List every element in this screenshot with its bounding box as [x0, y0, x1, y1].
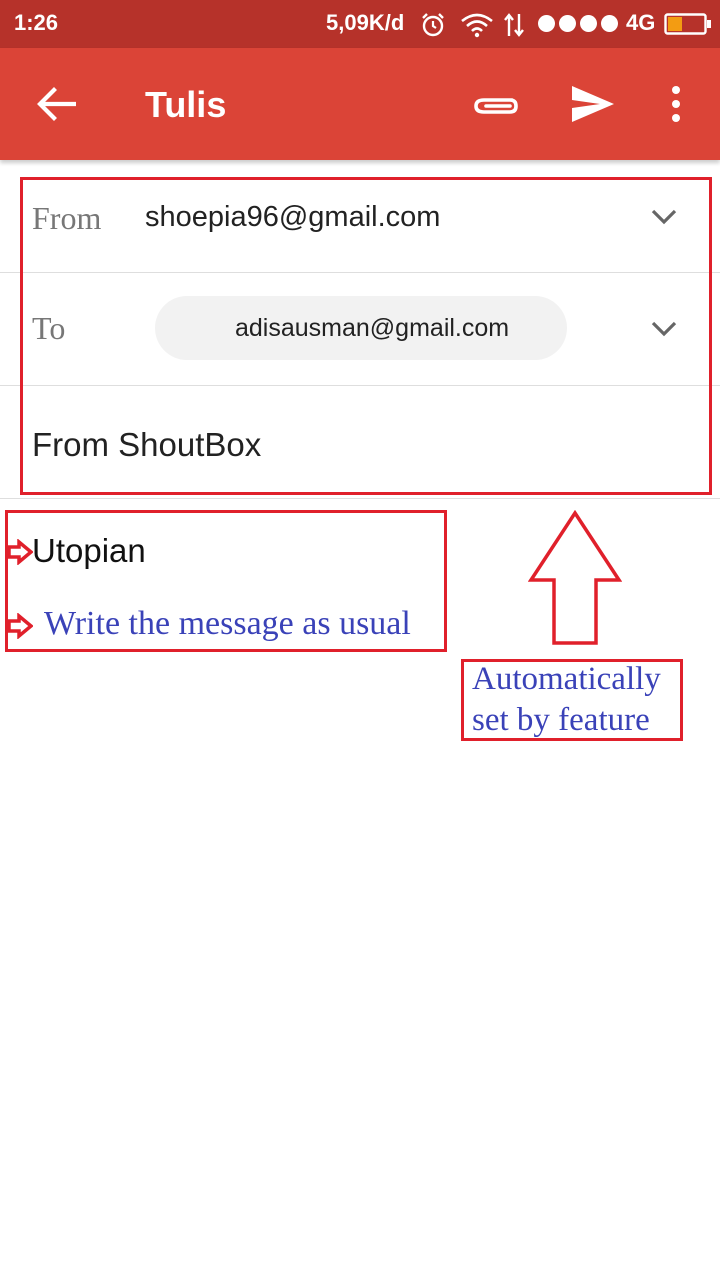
alarm-icon: [422, 13, 444, 37]
pointer-arrow-icon: [7, 539, 33, 565]
battery-icon: [664, 13, 711, 35]
pointer-arrow-icon: [7, 613, 33, 639]
more-vert-icon[interactable]: [664, 84, 688, 124]
data-activity-icon: [504, 13, 524, 37]
signal-icon: [538, 15, 618, 32]
back-arrow-icon[interactable]: [36, 86, 76, 122]
divider: [0, 498, 720, 499]
annotation-note-line1: Automatically: [472, 661, 661, 697]
status-time: 1:26: [14, 10, 59, 35]
wifi-icon: [461, 13, 493, 38]
status-network-speed: 5,09K/d: [326, 10, 405, 35]
annotation-note-line2: set by feature: [472, 702, 650, 738]
app-toolbar: Tulis: [0, 48, 720, 160]
send-icon[interactable]: [568, 84, 616, 124]
annotation-message-hint: Write the message as usual: [44, 605, 411, 642]
status-network-type: 4G: [626, 10, 656, 35]
annotation-box-header: [20, 177, 712, 495]
paperclip-icon[interactable]: [472, 88, 520, 122]
up-arrow-icon: [528, 510, 622, 645]
status-bar: 1:26 5,09K/d 4G: [0, 0, 720, 48]
page-title: Tulis: [145, 84, 227, 125]
